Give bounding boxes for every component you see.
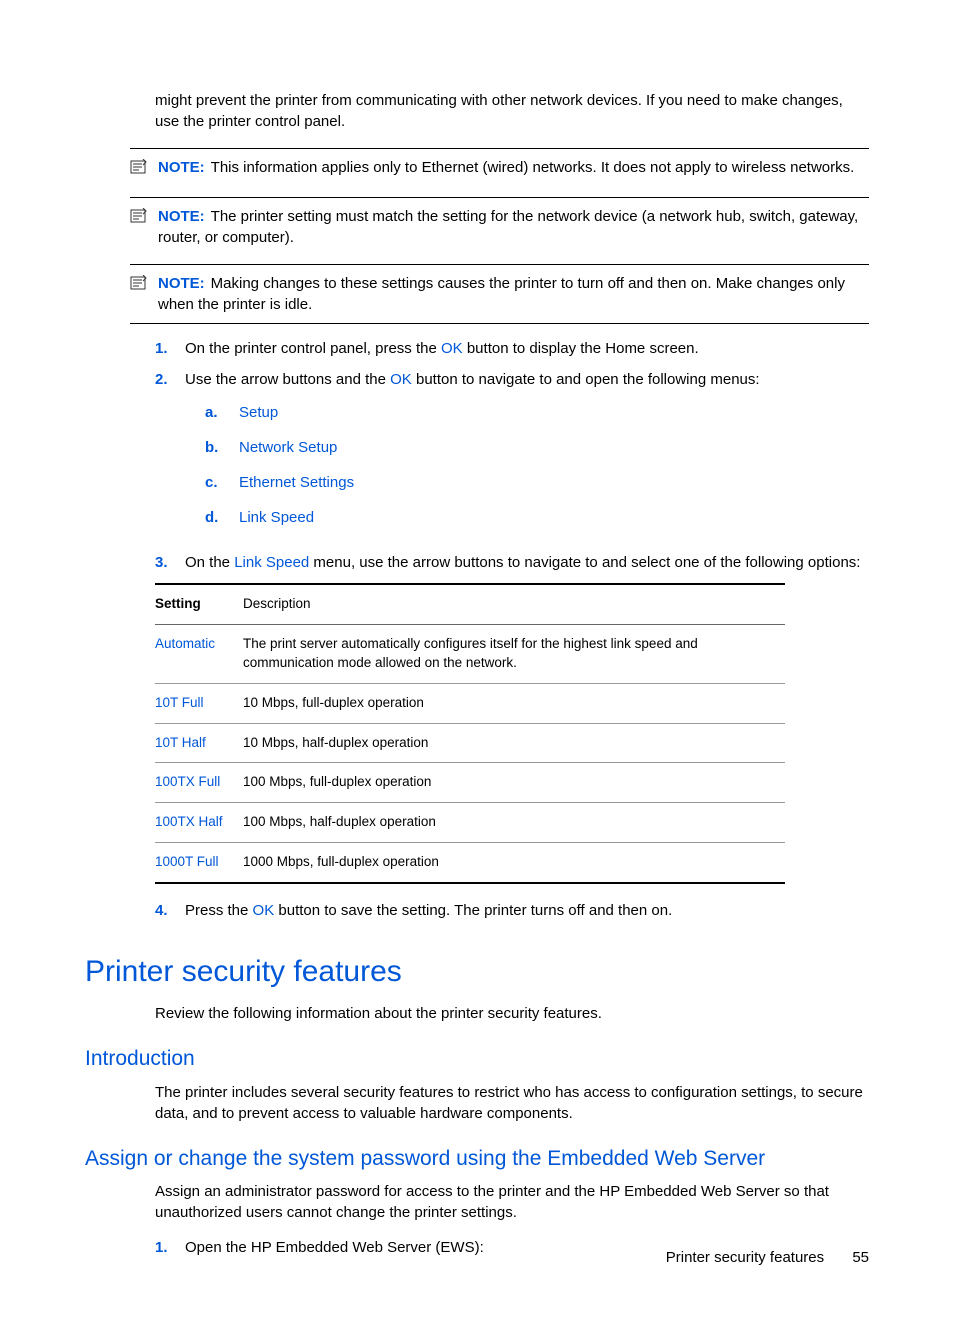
step-item: 2. Use the arrow buttons and the OK butt… bbox=[155, 369, 869, 542]
section-paragraph: The printer includes several security fe… bbox=[155, 1082, 869, 1124]
setting-name: 10T Half bbox=[155, 723, 243, 763]
note-icon bbox=[130, 157, 152, 181]
note-label: NOTE: bbox=[158, 208, 205, 225]
setting-desc: 100 Mbps, half-duplex operation bbox=[243, 803, 785, 843]
step-number: 1. bbox=[155, 338, 185, 359]
inline-link: OK bbox=[441, 340, 463, 357]
setting-name: 100TX Full bbox=[155, 763, 243, 803]
substep-number: d. bbox=[205, 507, 239, 528]
page-number: 55 bbox=[852, 1249, 869, 1266]
section-heading: Printer security features bbox=[85, 951, 869, 993]
step-body: On the Link Speed menu, use the arrow bu… bbox=[185, 552, 869, 573]
note-text: The printer setting must match the setti… bbox=[158, 208, 858, 246]
step-number: 1. bbox=[155, 1237, 185, 1258]
note-body: NOTE:Making changes to these settings ca… bbox=[158, 273, 869, 315]
step-number: 3. bbox=[155, 552, 185, 573]
step-list: 4. Press the OK button to save the setti… bbox=[155, 900, 869, 921]
setting-name: 1000T Full bbox=[155, 843, 243, 883]
settings-table: Setting Description AutomaticThe print s… bbox=[155, 583, 785, 884]
substep-number: b. bbox=[205, 437, 239, 458]
step-body: Press the OK button to save the setting.… bbox=[185, 900, 869, 921]
document-page: might prevent the printer from communica… bbox=[0, 0, 954, 1318]
table-row: 10T Full10 Mbps, full-duplex operation bbox=[155, 683, 785, 723]
footer-title: Printer security features bbox=[666, 1249, 824, 1266]
substep-item: a.Setup bbox=[205, 402, 869, 423]
column-header-setting: Setting bbox=[155, 584, 243, 624]
setting-desc: The print server automatically configure… bbox=[243, 624, 785, 683]
note-label: NOTE: bbox=[158, 275, 205, 292]
note-body: NOTE:The printer setting must match the … bbox=[158, 206, 869, 248]
substep-label: Network Setup bbox=[239, 437, 337, 458]
substep-label: Link Speed bbox=[239, 507, 314, 528]
inline-link: Link Speed bbox=[234, 554, 309, 571]
step-list: 1. On the printer control panel, press t… bbox=[155, 338, 869, 573]
table-row: 100TX Full100 Mbps, full-duplex operatio… bbox=[155, 763, 785, 803]
table-row: 10T Half10 Mbps, half-duplex operation bbox=[155, 723, 785, 763]
note-text: Making changes to these settings causes … bbox=[158, 275, 845, 313]
step-body: On the printer control panel, press the … bbox=[185, 338, 869, 359]
setting-desc: 100 Mbps, full-duplex operation bbox=[243, 763, 785, 803]
setting-name: 100TX Half bbox=[155, 803, 243, 843]
step-item: 4. Press the OK button to save the setti… bbox=[155, 900, 869, 921]
substep-number: a. bbox=[205, 402, 239, 423]
table-row: AutomaticThe print server automatically … bbox=[155, 624, 785, 683]
step-number: 4. bbox=[155, 900, 185, 921]
step-number: 2. bbox=[155, 369, 185, 542]
substep-label: Ethernet Settings bbox=[239, 472, 354, 493]
substep-item: b.Network Setup bbox=[205, 437, 869, 458]
step-item: 3. On the Link Speed menu, use the arrow… bbox=[155, 552, 869, 573]
subsection-heading: Introduction bbox=[85, 1044, 869, 1073]
setting-name: Automatic bbox=[155, 624, 243, 683]
substep-label: Setup bbox=[239, 402, 278, 423]
table-header-row: Setting Description bbox=[155, 584, 785, 624]
setting-desc: 10 Mbps, full-duplex operation bbox=[243, 683, 785, 723]
column-header-description: Description bbox=[243, 584, 785, 624]
section-paragraph: Assign an administrator password for acc… bbox=[155, 1181, 869, 1223]
step-item: 1. On the printer control panel, press t… bbox=[155, 338, 869, 359]
note-label: NOTE: bbox=[158, 159, 205, 176]
intro-paragraph: might prevent the printer from communica… bbox=[155, 90, 869, 132]
table-row: 100TX Half100 Mbps, half-duplex operatio… bbox=[155, 803, 785, 843]
note-text: This information applies only to Etherne… bbox=[211, 159, 855, 176]
setting-desc: 1000 Mbps, full-duplex operation bbox=[243, 843, 785, 883]
table-row: 1000T Full1000 Mbps, full-duplex operati… bbox=[155, 843, 785, 883]
substep-list: a.Setup b.Network Setup c.Ethernet Setti… bbox=[205, 402, 869, 528]
setting-name: 10T Full bbox=[155, 683, 243, 723]
substep-number: c. bbox=[205, 472, 239, 493]
note-block: NOTE:The printer setting must match the … bbox=[130, 197, 869, 248]
substep-item: c.Ethernet Settings bbox=[205, 472, 869, 493]
note-body: NOTE: This information applies only to Et… bbox=[158, 157, 869, 178]
inline-link: OK bbox=[253, 902, 275, 919]
inline-link: OK bbox=[390, 371, 412, 388]
page-footer: Printer security features 55 bbox=[666, 1247, 869, 1268]
substep-item: d.Link Speed bbox=[205, 507, 869, 528]
subsection-heading: Assign or change the system password usi… bbox=[85, 1144, 869, 1173]
section-paragraph: Review the following information about t… bbox=[155, 1003, 869, 1024]
note-icon bbox=[130, 206, 152, 230]
note-icon bbox=[130, 273, 152, 297]
note-block: NOTE:Making changes to these settings ca… bbox=[130, 264, 869, 324]
step-body: Use the arrow buttons and the OK button … bbox=[185, 369, 869, 542]
setting-desc: 10 Mbps, half-duplex operation bbox=[243, 723, 785, 763]
note-block: NOTE: This information applies only to Et… bbox=[130, 148, 869, 181]
